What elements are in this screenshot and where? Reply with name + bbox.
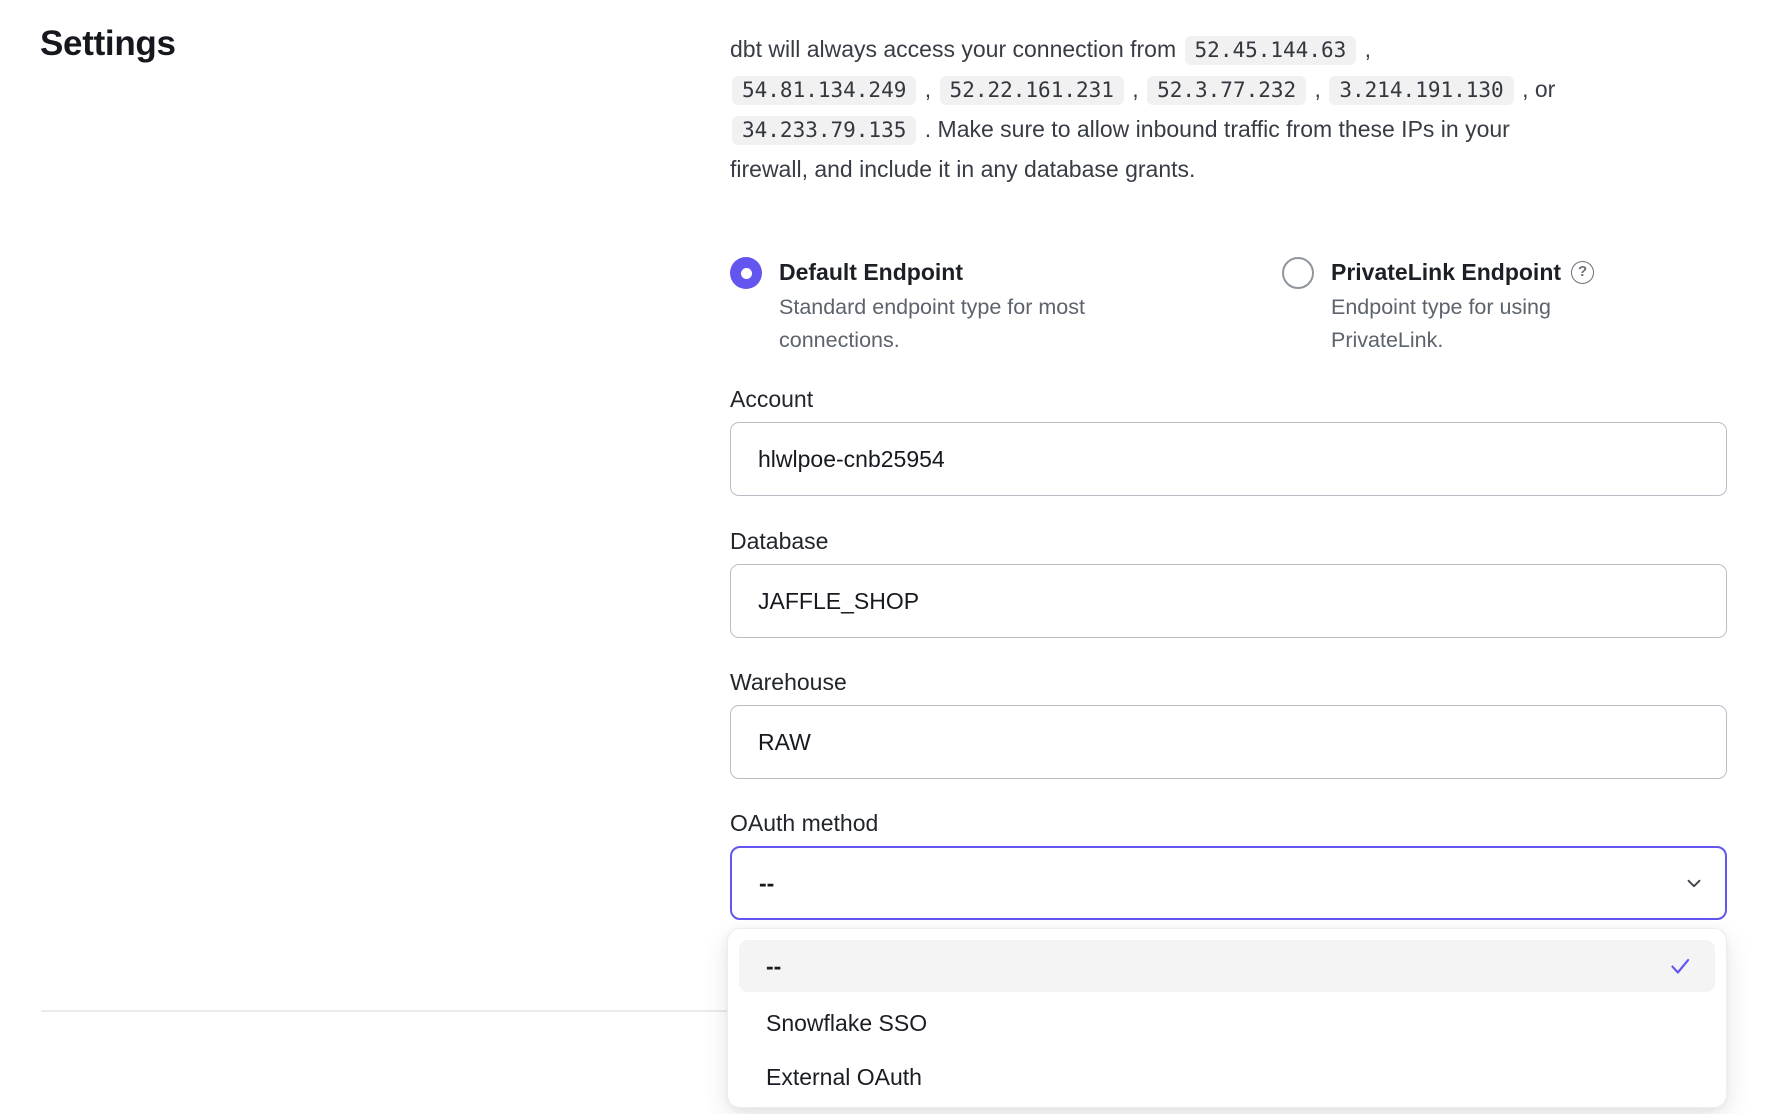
radio-option-text: Default Endpoint Standard endpoint type … (779, 256, 1139, 357)
ip-address-chip: 54.81.134.249 (732, 76, 916, 105)
section-divider (41, 1010, 729, 1012)
settings-page: Settings dbt will always access your con… (0, 0, 1770, 1114)
ip-address-chip: 3.214.191.130 (1329, 76, 1513, 105)
intro-text-segment: , or (1516, 76, 1556, 102)
radio-option-label: PrivateLink Endpoint ? (1331, 256, 1601, 289)
radio-option-text: PrivateLink Endpoint ? Endpoint type for… (1331, 256, 1601, 357)
ip-address-chip: 34.233.79.135 (732, 116, 916, 145)
oauth-method-field-label: OAuth method (730, 810, 1727, 837)
account-field: Account (730, 386, 1727, 496)
radio-option-description: Standard endpoint type for most connecti… (779, 291, 1139, 357)
ip-address-chip: 52.3.77.232 (1147, 76, 1306, 105)
dropdown-option-external-oauth[interactable]: External OAuth (739, 1050, 1715, 1104)
page-title: Settings (40, 24, 176, 64)
oauth-method-field: OAuth method -- (730, 810, 1727, 920)
intro-text-segment: , (1126, 76, 1145, 102)
database-input[interactable] (730, 564, 1727, 638)
intro-text: dbt will always access your connection f… (730, 30, 1727, 189)
dropdown-option-snowflake-sso[interactable]: Snowflake SSO (739, 996, 1715, 1050)
radio-option-label: Default Endpoint (779, 256, 1139, 289)
radio-option-label-text: PrivateLink Endpoint (1331, 256, 1561, 289)
dropdown-option-none[interactable]: -- (739, 940, 1715, 992)
ip-address-chip: 52.45.144.63 (1185, 36, 1357, 65)
warehouse-input[interactable] (730, 705, 1727, 779)
radio-unselected-icon[interactable] (1282, 257, 1314, 289)
intro-text-segment: firewall, and include it in any database… (730, 156, 1195, 182)
warehouse-field: Warehouse (730, 669, 1727, 779)
dropdown-option-label: -- (766, 953, 1667, 980)
oauth-method-select[interactable]: -- (730, 846, 1727, 920)
radio-option-label-text: Default Endpoint (779, 256, 963, 289)
ip-address-chip: 52.22.161.231 (940, 76, 1124, 105)
database-field: Database (730, 528, 1727, 638)
chevron-down-icon (1683, 872, 1705, 894)
oauth-method-select-value: -- (759, 870, 1683, 897)
intro-text-segment: , (1358, 36, 1371, 62)
endpoint-type-radio-group: Default Endpoint Standard endpoint type … (730, 256, 1727, 356)
help-icon[interactable]: ? (1571, 261, 1594, 284)
radio-selected-icon[interactable] (730, 257, 762, 289)
account-field-label: Account (730, 386, 1727, 413)
account-input[interactable] (730, 422, 1727, 496)
radio-option-privatelink-endpoint[interactable]: PrivateLink Endpoint ? Endpoint type for… (1282, 256, 1601, 357)
database-field-label: Database (730, 528, 1727, 555)
intro-text-segment: dbt will always access your connection f… (730, 36, 1183, 62)
checkmark-icon (1667, 953, 1693, 979)
dropdown-option-label: External OAuth (766, 1064, 1693, 1091)
radio-option-description: Endpoint type for using PrivateLink. (1331, 291, 1601, 357)
intro-text-segment: . Make sure to allow inbound traffic fro… (918, 116, 1509, 142)
radio-option-default-endpoint[interactable]: Default Endpoint Standard endpoint type … (730, 256, 1139, 357)
intro-text-segment: , (1308, 76, 1327, 102)
dropdown-option-label: Snowflake SSO (766, 1010, 1693, 1037)
intro-text-segment: , (918, 76, 937, 102)
oauth-method-dropdown: -- Snowflake SSO External OAuth (727, 928, 1727, 1108)
warehouse-field-label: Warehouse (730, 669, 1727, 696)
